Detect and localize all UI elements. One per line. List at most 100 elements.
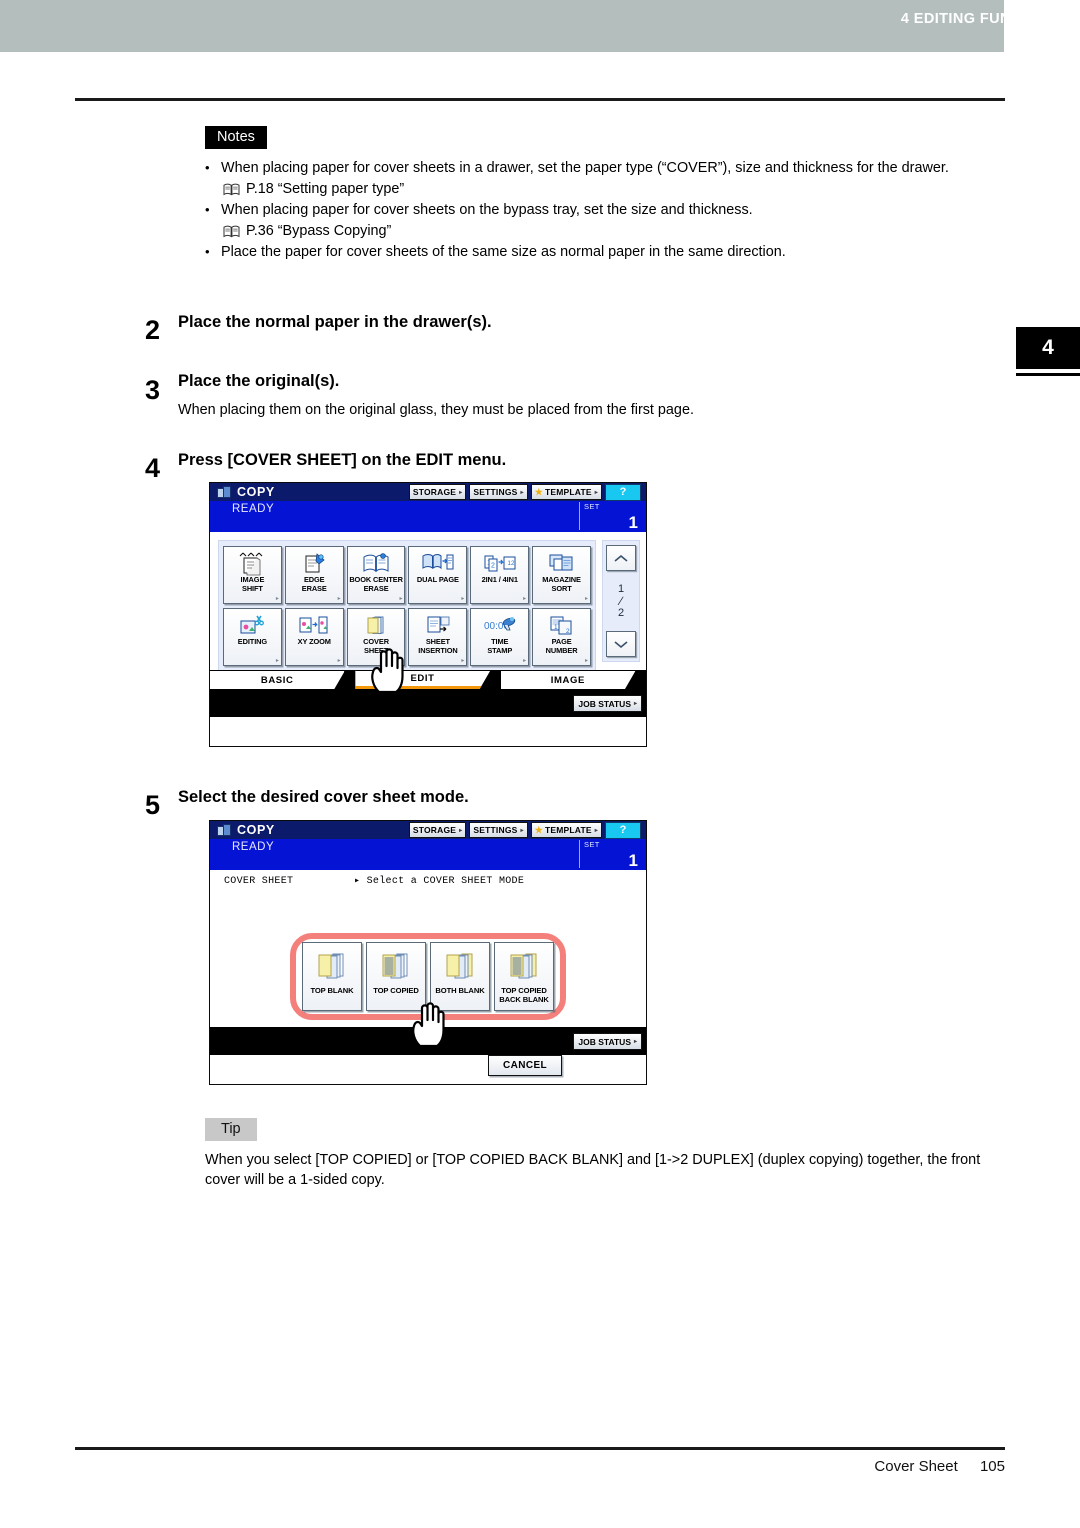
tab-image[interactable]: IMAGE bbox=[501, 670, 636, 689]
step-title: Press [COVER SHEET] on the EDIT menu. bbox=[178, 451, 507, 469]
lcd-status-bar: READY SET 1 bbox=[210, 501, 646, 532]
image-shift-icon bbox=[224, 550, 281, 576]
notes-badge: Notes bbox=[205, 126, 267, 149]
function-label: EDITING bbox=[237, 637, 268, 646]
help-button[interactable]: ? bbox=[605, 483, 641, 501]
cross-reference-label: P.36 “Bypass Copying” bbox=[246, 223, 392, 239]
xy-zoom-icon bbox=[286, 612, 343, 638]
function-button-sheet-insertion[interactable]: SHEET INSERTION ▸ bbox=[408, 608, 468, 666]
book-center-erase-icon bbox=[348, 550, 405, 576]
function-button-cover-sheet[interactable]: COVER SHEET ▸ bbox=[346, 608, 406, 666]
step-2: 2 Place the normal paper in the drawer(s… bbox=[145, 313, 945, 344]
sheet-insertion-icon bbox=[409, 612, 466, 638]
tab-basic[interactable]: BASIC bbox=[210, 670, 345, 689]
storage-button[interactable]: STORAGE ▸ bbox=[408, 822, 467, 838]
mode-button-top-copied[interactable]: TOP COPIED bbox=[366, 942, 426, 1011]
page-number: 105 bbox=[979, 1458, 1005, 1475]
function-label: MAGAZINE SORT bbox=[542, 575, 581, 593]
lcd-bottom-bar: JOB STATUS ▸ bbox=[210, 1027, 646, 1055]
set-value: 1 bbox=[628, 513, 638, 532]
function-button-dual-page[interactable]: DUAL PAGE ▸ bbox=[408, 546, 468, 604]
cross-reference: P.36 “Bypass Copying” bbox=[223, 221, 1005, 241]
copier-screen-cover-sheet: COPY STORAGE ▸ SETTINGS ▸ ★ TEMPLATE ▸ ?… bbox=[209, 820, 647, 1085]
function-label: EDGE ERASE bbox=[301, 575, 327, 593]
chevron-right-icon: ▸ bbox=[461, 658, 465, 664]
lcd-top-bar: COPY STORAGE ▸ SETTINGS ▸ ★ TEMPLATE ▸ ? bbox=[210, 821, 646, 839]
template-button[interactable]: ★ TEMPLATE ▸ bbox=[530, 484, 602, 500]
footer: Cover Sheet 105 bbox=[874, 1458, 1005, 1475]
job-status-button[interactable]: JOB STATUS ▸ bbox=[573, 1033, 642, 1050]
chevron-right-icon: ▸ bbox=[520, 827, 524, 834]
function-label: XY ZOOM bbox=[297, 637, 331, 646]
function-label: PAGE NUMBER bbox=[545, 637, 578, 655]
footer-section-label: Cover Sheet bbox=[874, 1458, 958, 1475]
chevron-right-icon: ▸ bbox=[459, 489, 463, 496]
lcd-content-area: COVER SHEET ▸ Select a COVER SHEET MODE … bbox=[210, 870, 646, 1076]
chevron-right-icon: ▸ bbox=[520, 489, 524, 496]
note-text: When placing paper for cover sheets in a… bbox=[221, 160, 949, 176]
lcd-bottom-bar: JOB STATUS ▸ bbox=[210, 689, 646, 717]
function-button-image-shift[interactable]: IMAGE SHIFT ▸ bbox=[223, 546, 282, 604]
mode-label: TOP COPIED BACK BLANK bbox=[499, 986, 549, 1004]
chapter-tab-underline bbox=[1016, 373, 1080, 376]
function-button-editing[interactable]: EDITING ▸ bbox=[223, 608, 282, 666]
job-status-label: JOB STATUS bbox=[578, 698, 631, 709]
function-button-page-number[interactable]: 1 2 PAGE NUMBER ▸ bbox=[532, 608, 591, 666]
top-copied-back-blank-icon bbox=[507, 950, 541, 982]
function-pager: 1 ∕ 2 bbox=[602, 540, 640, 662]
cancel-button-label: CANCEL bbox=[502, 1060, 548, 1071]
book-icon bbox=[223, 225, 240, 237]
function-button-magazine-sort[interactable]: MAGAZINE SORT ▸ bbox=[532, 546, 591, 604]
step-title: Place the normal paper in the drawer(s). bbox=[178, 313, 492, 331]
step-body: When placing them on the original glass,… bbox=[178, 401, 694, 418]
list-item: • When placing paper for cover sheets on… bbox=[205, 200, 1005, 241]
lcd-top-bar: COPY STORAGE ▸ SETTINGS ▸ ★ TEMPLATE ▸ ? bbox=[210, 483, 646, 501]
chevron-right-icon: ▸ bbox=[275, 658, 279, 664]
lcd-status-bar: READY SET 1 bbox=[210, 839, 646, 870]
book-icon bbox=[223, 183, 240, 195]
mode-label: BOTH BLANK bbox=[435, 986, 485, 995]
star-icon: ★ bbox=[534, 824, 543, 835]
function-label: COVER SHEET bbox=[363, 637, 389, 655]
prompt-text: ▸ Select a COVER SHEET MODE bbox=[354, 876, 525, 887]
cross-reference-label: P.18 “Setting paper type” bbox=[246, 181, 405, 197]
header-divider-rule bbox=[75, 98, 1005, 101]
function-label: TIME STAMP bbox=[487, 637, 513, 655]
list-item: • Place the paper for cover sheets of th… bbox=[205, 242, 1005, 262]
step-number: 2 bbox=[145, 315, 161, 345]
function-button-2in1-4in1[interactable]: 1 2 1 2 2IN1 / 4IN1 ▸ bbox=[470, 546, 530, 604]
cancel-button[interactable]: CANCEL bbox=[488, 1055, 562, 1076]
function-button-xy-zoom[interactable]: XY ZOOM ▸ bbox=[284, 608, 344, 666]
step-4: 4 Press [COVER SHEET] on the EDIT menu. bbox=[145, 451, 945, 482]
copier-screen-edit-menu: COPY STORAGE ▸ SETTINGS ▸ ★ TEMPLATE ▸ ?… bbox=[209, 482, 647, 747]
lcd-app-title: COPY bbox=[237, 823, 275, 837]
job-status-button[interactable]: JOB STATUS ▸ bbox=[573, 695, 642, 712]
svg-text:1: 1 bbox=[554, 624, 558, 631]
top-blank-icon bbox=[315, 950, 349, 982]
function-button-edge-erase[interactable]: EDGE ERASE ▸ bbox=[284, 546, 344, 604]
function-button-book-center-erase[interactable]: BOOK CENTER ERASE ▸ bbox=[346, 546, 406, 604]
storage-button[interactable]: STORAGE ▸ bbox=[408, 484, 467, 500]
mode-button-top-blank[interactable]: TOP BLANK bbox=[302, 942, 362, 1011]
settings-button[interactable]: SETTINGS ▸ bbox=[469, 822, 528, 838]
help-button[interactable]: ? bbox=[605, 821, 641, 839]
storage-button-label: STORAGE bbox=[412, 487, 457, 497]
tab-edit[interactable]: EDIT bbox=[355, 670, 490, 689]
function-label: BOOK CENTER ERASE bbox=[349, 575, 403, 593]
chevron-right-icon: ▸ bbox=[399, 658, 403, 664]
function-label: 2IN1 / 4IN1 bbox=[481, 575, 518, 584]
mode-button-both-blank[interactable]: BOTH BLANK bbox=[430, 942, 490, 1011]
mode-button-top-copied-back-blank[interactable]: TOP COPIED BACK BLANK bbox=[494, 942, 554, 1011]
tip-badge: Tip bbox=[205, 1118, 257, 1141]
template-button-label: TEMPLATE bbox=[545, 825, 592, 835]
settings-button[interactable]: SETTINGS ▸ bbox=[469, 484, 528, 500]
page-number-icon: 1 2 bbox=[533, 612, 590, 638]
scroll-up-button[interactable] bbox=[606, 545, 636, 571]
scroll-down-button[interactable] bbox=[606, 631, 636, 657]
template-button[interactable]: ★ TEMPLATE ▸ bbox=[530, 822, 602, 838]
2in1-4in1-icon: 1 2 1 2 bbox=[471, 550, 528, 576]
magazine-sort-icon bbox=[533, 550, 590, 576]
lcd-content-area: IMAGE SHIFT ▸ EDGE ERASE ▸ BOOK CENTER E… bbox=[210, 532, 646, 717]
function-button-time-stamp[interactable]: 00:00 TIME STAMP ▸ bbox=[470, 608, 530, 666]
step-title: Place the original(s). bbox=[178, 372, 340, 390]
